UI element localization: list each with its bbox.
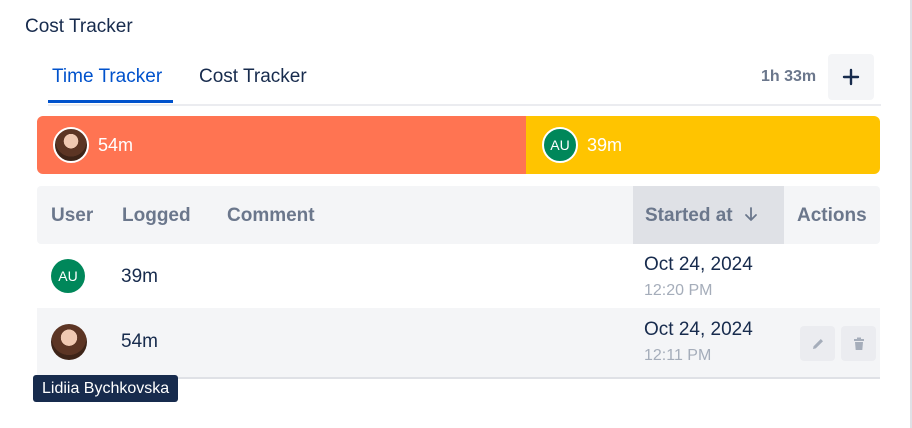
tab-cost-tracker[interactable]: Cost Tracker [199,66,307,88]
cost-tracker-panel: Cost Tracker Time Tracker Cost Tracker 1… [0,0,912,428]
table-row[interactable]: AU 39m Oct 24, 2024 12:20 PM [37,244,880,309]
avatar [53,127,89,163]
started-time: 12:11 PM [644,347,712,364]
header-logged[interactable]: Logged [122,205,191,227]
add-time-button[interactable] [828,54,874,100]
avatar[interactable]: AU [51,259,85,293]
breakdown-segment-lidiia[interactable]: 54m [37,116,526,174]
header-started-at[interactable]: Started at [645,205,758,227]
started-time: 12:20 PM [644,282,713,299]
tab-bar: Time Tracker Cost Tracker [48,54,881,106]
header-comment[interactable]: Comment [227,205,315,227]
panel-title: Cost Tracker [25,16,133,37]
pencil-icon [812,338,823,349]
trash-icon [853,337,864,350]
avatar[interactable] [51,324,87,360]
active-tab-indicator [48,100,173,103]
edit-entry-button[interactable] [800,326,835,361]
header-user[interactable]: User [51,205,93,227]
header-started-at-label: Started at [645,205,733,226]
table-row[interactable]: 54m Oct 24, 2024 12:11 PM [37,309,880,379]
started-date: Oct 24, 2024 [644,319,753,340]
total-logged-time: 1h 33m [761,68,817,85]
logged-value: 39m [121,266,158,287]
started-date: Oct 24, 2024 [644,254,753,275]
breakdown-segment-au[interactable]: AU 39m [526,116,880,174]
row-actions [800,326,876,361]
arrow-down-icon [745,207,757,221]
logged-value: 54m [121,331,158,352]
user-name-tooltip: Lidiia Bychkovska [33,375,179,402]
segment-duration: 54m [98,134,134,155]
delete-entry-button[interactable] [841,326,876,361]
plus-icon [842,68,860,86]
header-actions: Actions [797,205,867,226]
table-header: User Logged Comment Started at Actions [37,186,880,244]
avatar: AU [542,127,578,163]
segment-duration: 39m [587,134,623,155]
time-entries-table: User Logged Comment Started at Actions A… [37,186,880,379]
tab-time-tracker[interactable]: Time Tracker [52,66,162,88]
time-breakdown-bar: 54m AU 39m [37,116,880,174]
